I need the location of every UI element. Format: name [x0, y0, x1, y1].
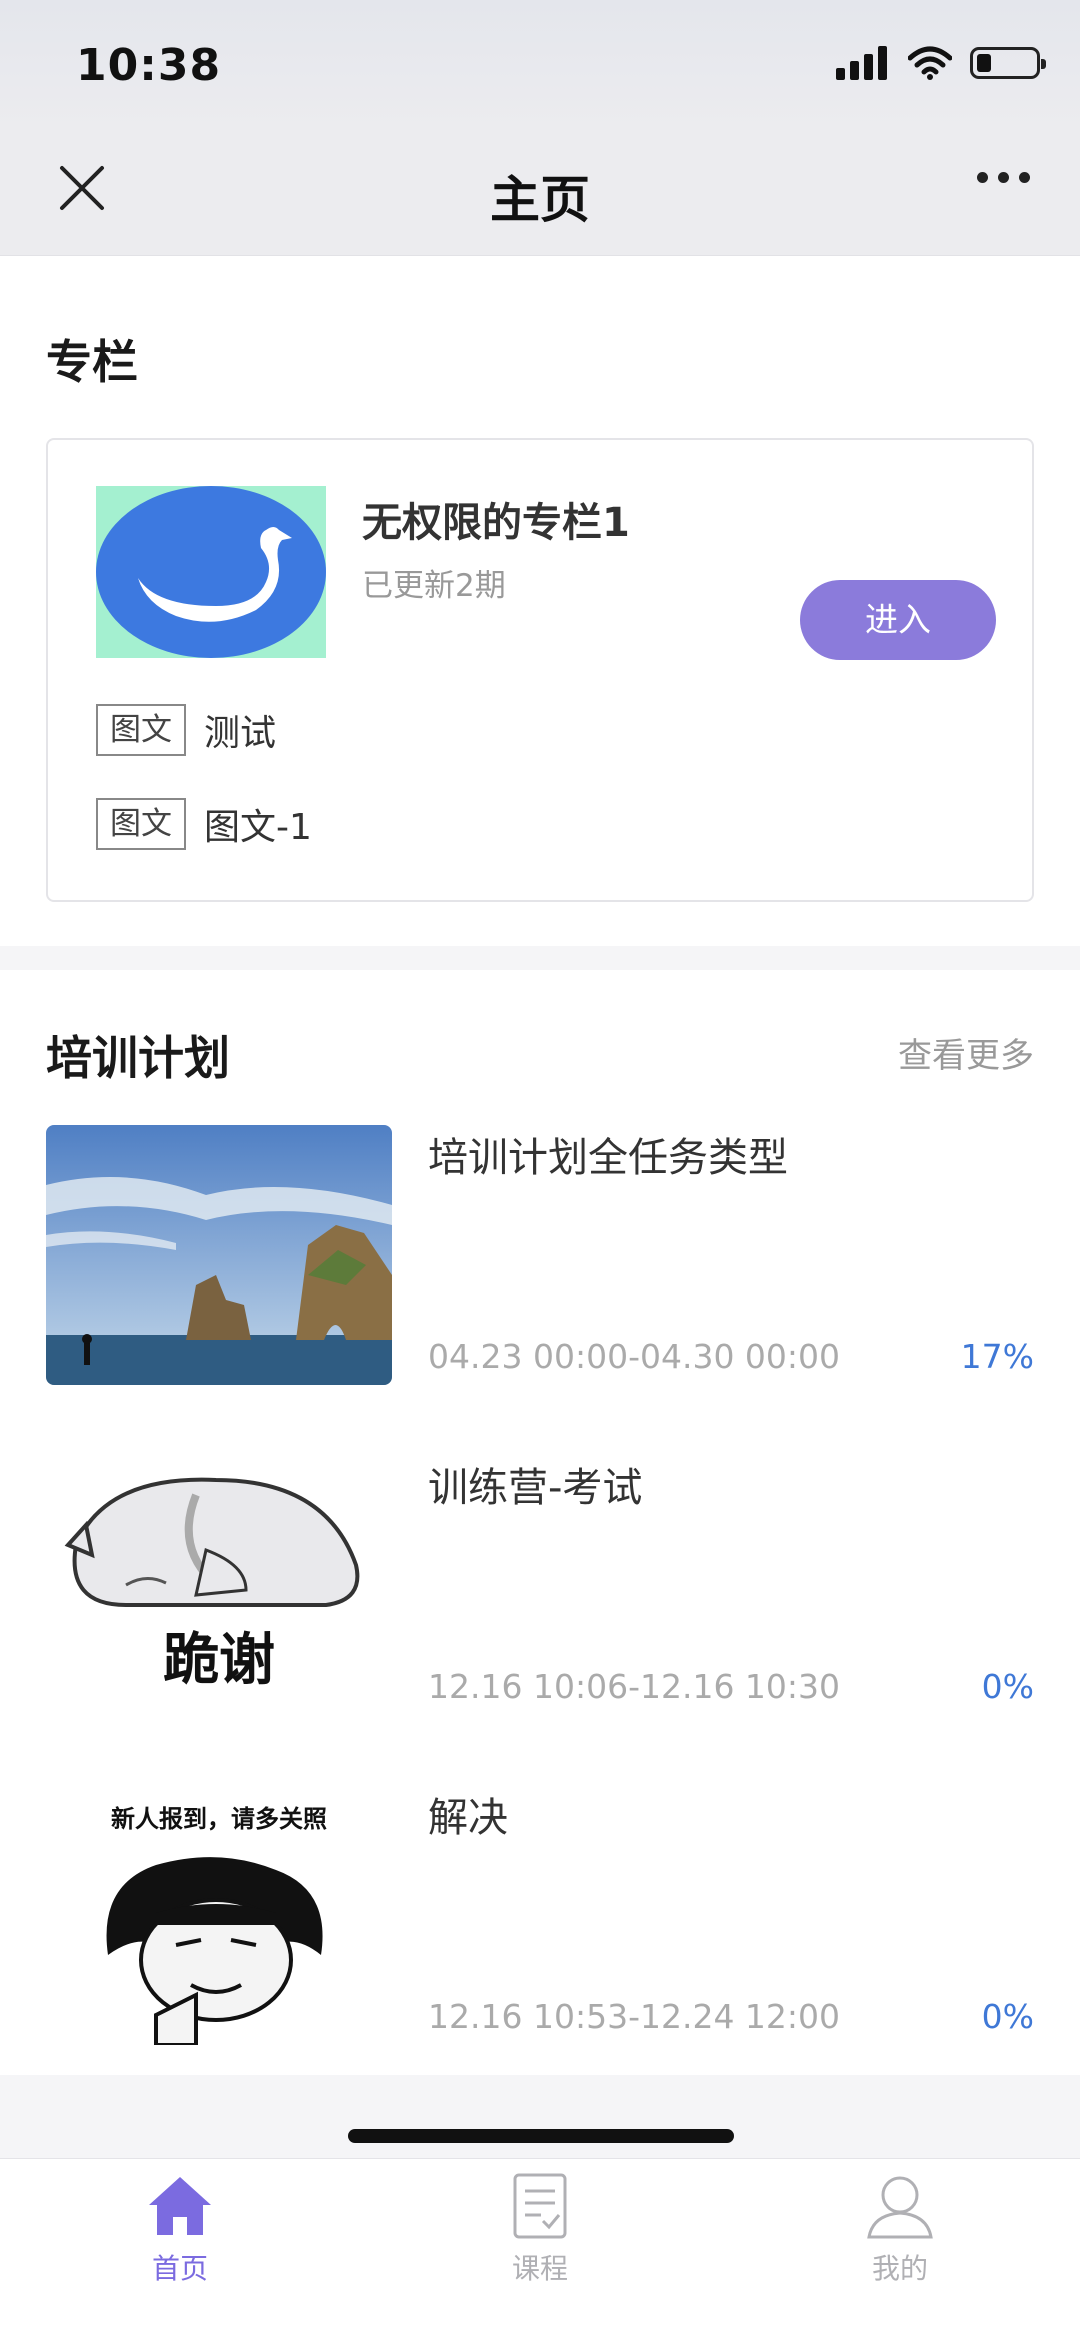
tab-label: 我的 — [871, 2252, 928, 2285]
item-type-tag: 图文 — [96, 798, 186, 850]
item-title: 图文-1 — [204, 807, 312, 848]
plan-thumbnail: 跪谢 — [46, 1455, 392, 1715]
plan-progress: 0% — [981, 1997, 1034, 2036]
plan-item[interactable]: 培训计划全任务类型 04.23 00:00-04.30 00:00 17% — [46, 1125, 1034, 1385]
item-title: 测试 — [204, 713, 277, 754]
column-cover-image — [96, 486, 326, 658]
column-section: 专栏 无权限的专栏1 已更新2期 进入 图文 测试 图文 图文-1 — [0, 256, 1080, 946]
column-item[interactable]: 图文 测试 — [96, 704, 276, 756]
training-section-title: 培训计划 — [46, 1031, 230, 1085]
user-icon — [867, 2176, 933, 2239]
plan-title: 解决 — [428, 1795, 508, 1841]
plan-title: 培训计划全任务类型 — [428, 1135, 788, 1181]
home-indicator — [348, 2129, 734, 2143]
plan-time: 12.16 10:06-12.16 10:30 — [428, 1667, 841, 1706]
course-icon — [513, 2173, 567, 2239]
tab-courses[interactable]: 课程 — [450, 2171, 630, 2287]
plan-item[interactable]: 跪谢 训练营-考试 12.16 10:06-12.16 10:30 0% — [46, 1455, 1034, 1715]
column-update-count: 已更新2期 — [362, 568, 506, 604]
tab-label: 课程 — [511, 2252, 568, 2285]
more-icon[interactable] — [977, 172, 1030, 183]
plan-title: 训练营-考试 — [428, 1465, 643, 1511]
view-more-link[interactable]: 查看更多 — [898, 1028, 1034, 1077]
nav-bar: 主页 — [0, 130, 1080, 256]
training-section: 培训计划 查看更多 培训计划全任务类型 04.23 00:00-04.30 00… — [0, 970, 1080, 2075]
tab-home[interactable]: 首页 — [90, 2171, 270, 2287]
plan-thumbnail: 新人报到，请多关照 — [46, 1785, 392, 2045]
item-type-tag: 图文 — [96, 704, 186, 756]
battery-icon — [970, 47, 1046, 79]
column-name: 无权限的专栏1 — [362, 500, 630, 546]
plan-item[interactable]: 新人报到，请多关照 解决 12.16 10:53-12.24 12:00 0% — [46, 1785, 1034, 2045]
status-bar: 10:38 — [0, 0, 1080, 130]
tab-bar: 首页 课程 我的 — [0, 2158, 1080, 2339]
column-section-title: 专栏 — [46, 335, 138, 389]
enter-button[interactable]: 进入 — [800, 580, 996, 660]
tab-profile[interactable]: 我的 — [810, 2171, 990, 2287]
wifi-icon — [908, 46, 952, 80]
plan-thumbnail-caption: 跪谢 — [163, 1628, 275, 1693]
plan-progress: 0% — [981, 1667, 1034, 1706]
status-time: 10:38 — [76, 40, 222, 91]
home-icon — [149, 2177, 211, 2235]
plan-time: 04.23 00:00-04.30 00:00 — [428, 1337, 841, 1376]
signal-icon — [836, 46, 887, 80]
page-title: 主页 — [490, 171, 590, 229]
column-card[interactable]: 无权限的专栏1 已更新2期 进入 图文 测试 图文 图文-1 — [46, 438, 1034, 902]
plan-progress: 17% — [960, 1337, 1034, 1376]
plan-time: 12.16 10:53-12.24 12:00 — [428, 1997, 841, 2036]
tab-label: 首页 — [151, 2252, 208, 2285]
status-icons — [836, 46, 1046, 80]
plan-thumbnail — [46, 1125, 392, 1385]
column-item[interactable]: 图文 图文-1 — [96, 798, 312, 850]
